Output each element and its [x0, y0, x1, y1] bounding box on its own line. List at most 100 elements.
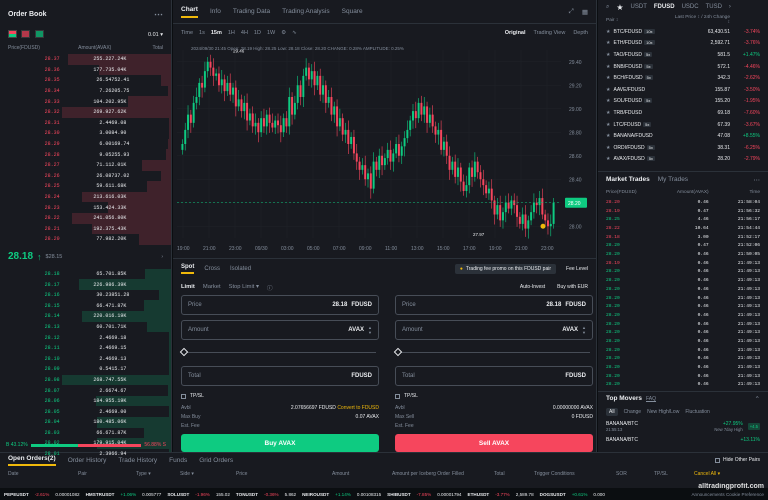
star-icon[interactable]: ★ — [606, 75, 610, 81]
ask-row[interactable]: 28.22 241.05 6.80K — [0, 212, 171, 224]
view-tradingview[interactable]: Trading View — [534, 30, 566, 36]
bid-row[interactable]: 28.05 2.46 69.00 — [0, 406, 171, 417]
search-icon[interactable]: ⌕ — [606, 4, 609, 11]
candlestick-chart[interactable]: 29.40 29.20 29.00 28.80 28.60 28.40 28.20 28.00… — [173, 42, 596, 258]
movers-tab-change[interactable]: Change — [624, 409, 642, 415]
interval-15m[interactable]: 15m — [211, 30, 222, 36]
tick-size-select[interactable]: 0.01 ▾ — [148, 32, 163, 38]
faq-link[interactable]: FAQ — [646, 396, 656, 402]
star-icon[interactable]: ★ — [606, 133, 610, 139]
ask-row[interactable]: 28.26 26.08 737.02 — [0, 170, 171, 182]
settings-icon[interactable]: ⚙ — [281, 30, 286, 36]
tab-cross[interactable]: Cross — [204, 266, 220, 272]
interval-1w[interactable]: 1W — [267, 30, 275, 36]
movers-tab-newhighlow[interactable]: New High/Low — [647, 409, 679, 415]
pair-row[interactable]: ★ BCH/FDUSD 5x 342.3 -2.62% — [598, 72, 768, 84]
tab-funds[interactable]: Funds — [169, 457, 187, 464]
pair-row[interactable]: ★ AAVE/FDUSD 155.87 -3.50% — [598, 84, 768, 96]
col-pair[interactable]: Pair ↕ — [606, 18, 674, 23]
interval-time[interactable]: Time — [181, 30, 193, 36]
pair-row[interactable]: ★ AVAX/FDUSD 5x 28.20 -2.79% — [598, 154, 768, 166]
ask-row[interactable]: 28.23 153.42 4.33K — [0, 202, 171, 213]
pair-row[interactable]: ★ TRB/FDUSD 69.18 -7.60% — [598, 107, 768, 119]
buy-eur-link[interactable]: Buy with EUR — [557, 284, 588, 290]
sell-tpsl-checkbox[interactable]: TP/SL — [395, 391, 593, 401]
star-icon[interactable]: ★ — [606, 64, 610, 70]
bid-row[interactable]: 28.15 66.47 1.87K — [0, 300, 171, 312]
orders-col[interactable]: Cancel All ▾ — [694, 471, 754, 477]
sell-price-value[interactable]: 28.18 — [546, 302, 561, 308]
buy-amount-field[interactable]: Amount AVAX ▲ ▼ — [181, 320, 379, 340]
bid-row[interactable]: 28.09 0.54 15.17 — [0, 364, 171, 375]
ticker-symbol[interactable]: DOGSUSDT — [540, 492, 566, 497]
interval-4h[interactable]: 4H — [241, 30, 248, 36]
auto-invest-link[interactable]: Auto-Invest — [520, 284, 545, 290]
tab-chart[interactable]: Chart — [181, 6, 198, 18]
ticker-symbol[interactable]: NEIROUSDT — [302, 492, 329, 497]
bid-row[interactable]: 28.10 2.46 69.13 — [0, 353, 171, 365]
tab-trading-data[interactable]: Trading Data — [233, 8, 270, 15]
star-icon[interactable]: ★ — [606, 98, 610, 104]
ask-row[interactable]: 28.35 26.54 752.41 — [0, 75, 171, 86]
tab-square[interactable]: Square — [342, 8, 363, 15]
hide-other-pairs-checkbox[interactable]: Hide Other Pairs — [715, 457, 760, 463]
ticker-symbol[interactable]: TONUSDT — [236, 492, 258, 497]
buy-button[interactable]: Buy AVAX — [181, 434, 379, 452]
star-icon[interactable]: ★ — [606, 156, 610, 162]
info-icon[interactable]: ⓘ — [267, 283, 273, 292]
buy-price-field[interactable]: Price 28.18 FDUSD — [181, 295, 379, 315]
chevron-up-icon[interactable]: ⌃ — [755, 395, 760, 403]
view-both-icon[interactable] — [8, 30, 17, 38]
star-icon[interactable]: ★ — [606, 87, 610, 93]
ask-row[interactable]: 28.33 104.20 2.95K — [0, 96, 171, 107]
order-type-market[interactable]: Market — [203, 284, 221, 290]
bid-row[interactable]: 28.08 268.74 7.55K — [0, 374, 171, 386]
tab-market-trades[interactable]: Market Trades — [606, 176, 650, 183]
ticker-symbol[interactable]: SHIBUSDT — [387, 492, 410, 497]
tab-tusd[interactable]: TUSD — [706, 4, 722, 10]
pair-row[interactable]: ★ BTC/FDUSD 10x 63,430.51 -3.74% — [598, 26, 768, 38]
interval-1d[interactable]: 1D — [254, 30, 261, 36]
stepper-icon[interactable]: ▲ ▼ — [582, 325, 586, 335]
view-asks-icon[interactable] — [21, 30, 31, 38]
ticker-symbol[interactable]: HMSTRUSDT — [86, 492, 115, 497]
movers-tab-all[interactable]: All — [606, 408, 618, 417]
buy-amount-slider[interactable] — [179, 345, 379, 361]
fee-level-link[interactable]: Fee Level — [566, 266, 588, 272]
ticker-symbol[interactable]: SOLUSDT — [167, 492, 189, 497]
bid-row[interactable]: 28.18 65.70 1.85K — [0, 268, 171, 280]
pair-row[interactable]: ★ LTC/FDUSD 5x 67.39 -3.67% — [598, 119, 768, 131]
star-icon[interactable]: ★ — [606, 29, 610, 35]
view-bids-icon[interactable] — [34, 30, 44, 38]
bid-row[interactable]: 28.06 184.95 5.19K — [0, 395, 171, 407]
view-depth[interactable]: Depth — [573, 30, 588, 36]
more-options-icon[interactable]: ⋯ — [154, 9, 163, 20]
ask-row[interactable]: 28.36 177.73 5.04K — [0, 64, 171, 76]
ask-row[interactable]: 28.24 213.61 6.03K — [0, 191, 171, 203]
ticker-symbol[interactable]: ETHUSDT — [468, 492, 490, 497]
movers-tab-fluctuation[interactable]: Fluctuation — [685, 409, 709, 415]
pair-row[interactable]: ★ SOL/FDUSD 5x 155.20 -1.95% — [598, 96, 768, 108]
mover-item[interactable]: BANANA/BTC +13.11% — [598, 433, 768, 447]
tab-fdusd[interactable]: FDUSD — [654, 4, 675, 10]
sell-amount-slider[interactable] — [393, 345, 593, 361]
bid-row[interactable]: 28.03 66.67 1.87K — [0, 427, 171, 439]
ask-row[interactable]: 28.25 59.61 1.68K — [0, 181, 171, 192]
tab-spot[interactable]: Spot — [181, 264, 195, 274]
tab-my-trades[interactable]: My Trades — [658, 176, 688, 183]
star-icon[interactable]: ★ — [606, 145, 610, 151]
ask-row[interactable]: 28.31 2.44 69.08 — [0, 117, 171, 129]
tab-usdt[interactable]: USDT — [631, 4, 647, 10]
tab-isolated[interactable]: Isolated — [230, 266, 251, 272]
more-options-icon[interactable]: ⋯ — [754, 176, 761, 184]
star-icon[interactable]: ★ — [606, 40, 610, 46]
interval-1s[interactable]: 1s — [199, 30, 205, 36]
buy-total-field[interactable]: Total FDUSD — [181, 366, 379, 386]
chevron-right-icon[interactable]: › — [161, 254, 163, 260]
footer-links[interactable]: Announcements Cookie Preference — [691, 492, 764, 497]
bid-row[interactable]: 28.12 2.46 69.18 — [0, 332, 171, 343]
ask-row[interactable]: 28.28 9.05 255.93 — [0, 149, 171, 160]
star-icon[interactable]: ★ — [606, 122, 610, 128]
pair-row[interactable]: ★ ETH/FDUSD 10x 2,592.71 -3.76% — [598, 38, 768, 50]
tab-trade-history[interactable]: Trade History — [118, 457, 157, 464]
